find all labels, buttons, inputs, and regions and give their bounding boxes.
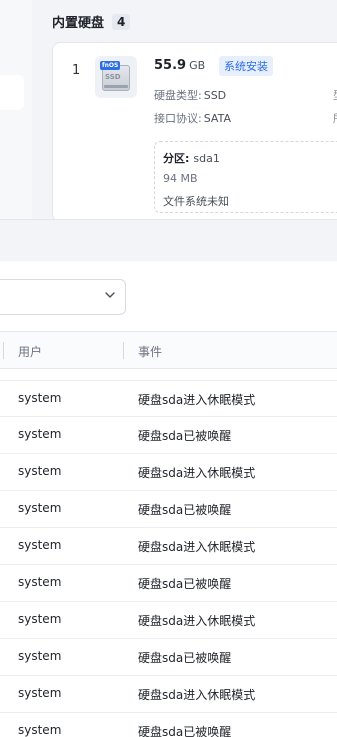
table-row[interactable]: system 硬盘sda已被唤醒 [0,565,337,602]
table-row[interactable]: system 硬盘sda进入休眠模式 [0,380,337,417]
cell-event: 硬盘sda已被唤醒 [138,503,232,517]
section-title: 内置硬盘 [52,16,105,31]
disk-type-label: 硬盘类型: [154,89,202,102]
partition-label: 分区: [163,152,190,165]
cut-off-label-2: 所 [333,110,337,126]
cell-event: 硬盘sda已被唤醒 [138,577,232,591]
left-card[interactable] [0,75,24,110]
disk-protocol-label: 接口协议: [154,112,202,125]
header-separator [123,342,124,359]
cell-user: system [18,723,62,737]
disk-index: 1 [72,63,81,78]
disk-type-line: 硬盘类型: SSD [154,87,226,103]
disk-size-value: 55.9 [154,58,187,73]
cell-event: 硬盘sda进入休眠模式 [138,393,256,407]
cell-event: 硬盘sda已被唤醒 [138,651,232,665]
table-row[interactable]: system 硬盘sda进入休眠模式 [0,602,337,639]
section-divider [0,219,337,261]
disk-icon-tag: fnOS [100,61,121,70]
section-header: 内置硬盘 4 [52,12,131,31]
disk-panel: 内置硬盘 4 1 fnOS SSD 55.9 GB 系统安装 硬盘类型: SSD … [0,0,337,219]
column-header-event[interactable]: 事件 [138,343,162,360]
cell-user: system [18,464,62,478]
table-row[interactable]: system 硬盘sda进入休眠模式 [0,528,337,565]
disk-type-value: SSD [203,89,227,102]
disk-size: 55.9 GB [154,58,205,73]
disk-count-badge: 4 [112,13,131,30]
log-table-body: system 硬盘sda进入休眠模式 system 硬盘sda已被唤醒 system 硬盘… [0,380,337,737]
partition-title: 分区: sda1 [163,150,220,166]
ssd-disk-icon: fnOS SSD [95,56,137,98]
partition-size: 94 MB [163,172,198,185]
disk-protocol-line: 接口协议: SATA [154,110,231,126]
cell-user: system [18,501,62,515]
cell-event: 硬盘sda进入休眠模式 [138,614,256,628]
chevron-down-icon [105,292,115,298]
table-row[interactable]: system 硬盘sda已被唤醒 [0,713,337,737]
disk-protocol-value: SATA [203,112,231,125]
table-row[interactable]: system 硬盘sda已被唤醒 [0,417,337,454]
cell-event: 硬盘sda进入休眠模式 [138,540,256,554]
disk-size-unit: GB [189,59,206,72]
left-sidebar-stub [0,0,32,219]
cell-user: system [18,538,62,552]
table-row[interactable]: system 硬盘sda已被唤醒 [0,639,337,676]
cell-event: 硬盘sda进入休眠模式 [138,688,256,702]
cell-user: system [18,686,62,700]
cell-event: 硬盘sda已被唤醒 [138,429,232,443]
table-row[interactable]: system 硬盘sda进入休眠模式 [0,676,337,713]
filter-dropdown[interactable] [0,279,126,315]
cell-user: system [18,649,62,663]
cell-event: 硬盘sda进入休眠模式 [138,466,256,480]
cell-user: system [18,612,62,626]
cell-user: system [18,427,62,441]
log-table-header: 用户 事件 [0,331,337,369]
partition-name: sda1 [193,152,220,165]
cell-user: system [18,575,62,589]
partition-filesystem: 文件系统未知 [163,195,229,208]
column-header-user[interactable]: 用户 [18,343,42,360]
cut-off-label-1: 型 [333,87,337,103]
table-row[interactable]: system 硬盘sda已被唤醒 [0,491,337,528]
cell-event: 硬盘sda已被唤醒 [138,725,232,737]
header-separator [3,342,4,359]
partition-box: 分区: sda1 94 MB 文件系统未知 [154,141,337,213]
disk-icon-text: SSD [105,73,121,81]
disk-card[interactable]: 1 fnOS SSD 55.9 GB 系统安装 硬盘类型: SSD 接口协议: SA… [52,42,337,219]
cell-user: system [18,391,62,405]
table-row[interactable]: system 硬盘sda进入休眠模式 [0,454,337,491]
system-install-badge: 系统安装 [219,56,273,76]
